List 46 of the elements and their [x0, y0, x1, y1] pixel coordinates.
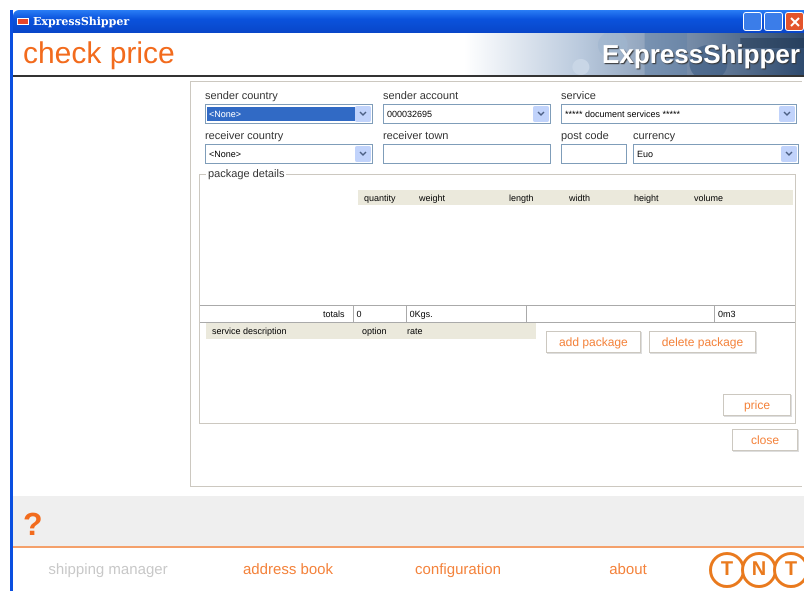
totals-label: totals [322, 308, 346, 321]
column-header: length [508, 192, 535, 202]
dropdown[interactable]: Euo [633, 144, 799, 164]
field-label: receiver town [383, 130, 450, 142]
field-label: currency [633, 130, 676, 142]
table-cell: 0m3 [714, 306, 795, 322]
app-icon [17, 18, 29, 25]
button[interactable]: delete package [648, 331, 756, 353]
logo-letter: T [709, 552, 745, 588]
table-cell: 0 [352, 306, 406, 322]
input-field[interactable] [561, 144, 627, 164]
logo-letter: T [773, 552, 804, 588]
close-window-button[interactable]: close [732, 429, 798, 451]
maximize-button[interactable] [764, 12, 783, 31]
column-header: width [568, 192, 592, 202]
close-icon[interactable] [790, 16, 800, 26]
column-header: volume [693, 192, 724, 202]
column-header: rate [406, 326, 424, 336]
window-title: ExpressShipper [33, 15, 130, 28]
column-header: option [361, 326, 388, 336]
close-button[interactable] [785, 12, 804, 31]
brand-name: ExpressShipper [602, 38, 801, 70]
minimize-button[interactable] [743, 12, 762, 31]
button[interactable]: add package [546, 331, 641, 353]
field-label: sender country [205, 90, 279, 102]
input-field[interactable] [383, 144, 551, 164]
dropdown[interactable]: <None> [205, 144, 373, 164]
column-header: service description [211, 326, 288, 336]
field-label: sender account [383, 90, 460, 102]
column-header: height [633, 192, 660, 202]
field-label: service [561, 90, 597, 102]
field-label: receiver country [205, 130, 284, 142]
price-button[interactable]: price [723, 394, 791, 416]
nav-link[interactable]: address book [203, 561, 373, 578]
column-header: weight [418, 192, 446, 202]
column-header: quantity [363, 192, 397, 202]
group-label: package details [206, 168, 286, 180]
help-button[interactable]: ? [13, 500, 43, 542]
logo-letter: N [741, 552, 777, 588]
dropdown[interactable]: <None> [205, 104, 373, 124]
dropdown[interactable]: ***** document services ***** [561, 104, 797, 124]
nav-link[interactable]: configuration [373, 561, 543, 578]
field-label: post code [561, 130, 610, 142]
table-cell: 0Kgs. [406, 306, 526, 322]
dropdown[interactable]: 000032695 [383, 104, 551, 124]
page-title: check price [22, 36, 175, 72]
